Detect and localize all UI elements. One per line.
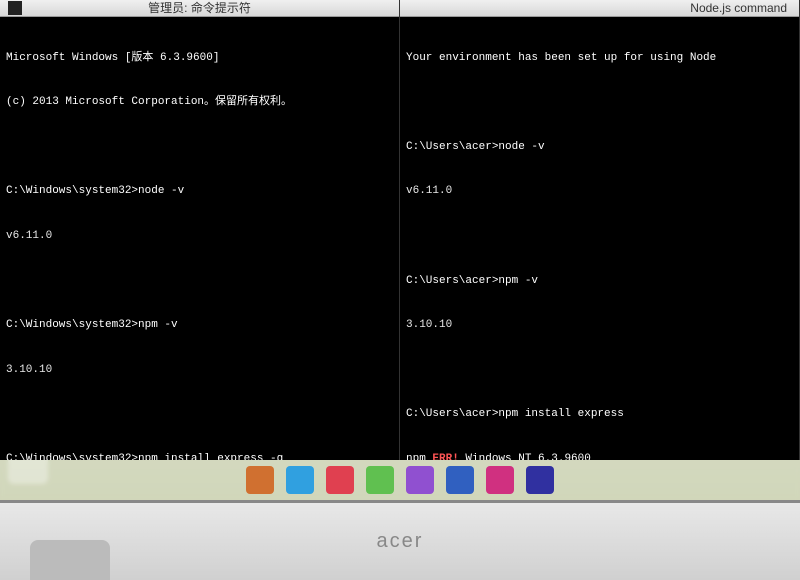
nodejs-cmd-window[interactable]: Node.js command Your environment has bee… (400, 0, 800, 460)
prompt-line: C:\Windows\system32>npm -v (6, 318, 393, 333)
window-title: Node.js command (690, 0, 787, 16)
cmd-admin-window[interactable]: 管理员: 命令提示符 Microsoft Windows [版本 6.3.960… (0, 0, 400, 460)
prompt-line: C:\Windows\system32>npm install express … (6, 452, 393, 460)
prompt-line: C:\Windows\system32>node -v (6, 184, 393, 199)
taskbar-icon[interactable] (446, 466, 474, 494)
npm-error-block: npm ERR! Windows_NT 6.3.9600npm ERR! arg… (406, 452, 793, 460)
prompt-line: C:\Users\acer>node -v (406, 140, 793, 155)
laptop-bezel: acer (0, 500, 800, 580)
prompt-line: C:\Users\acer>npm -v (406, 274, 793, 289)
output-line: v6.11.0 (406, 184, 793, 199)
copyright-line: (c) 2013 Microsoft Corporation。保留所有权利。 (6, 95, 393, 110)
terminal-body-left[interactable]: Microsoft Windows [版本 6.3.9600] (c) 2013… (0, 17, 399, 460)
prompt-line: C:\Users\acer>npm install express (406, 407, 793, 422)
terminal-body-right[interactable]: Your environment has been set up for usi… (400, 17, 799, 460)
laptop-brand: acer (377, 530, 424, 553)
laptop-hinge (30, 540, 110, 580)
npm-error-line: npm ERR! Windows_NT 6.3.9600 (406, 452, 793, 460)
titlebar-right[interactable]: Node.js command (400, 0, 799, 17)
taskbar-icon[interactable] (526, 466, 554, 494)
taskbar[interactable] (0, 460, 800, 500)
taskbar-icon[interactable] (366, 466, 394, 494)
terminal-windows: 管理员: 命令提示符 Microsoft Windows [版本 6.3.960… (0, 0, 800, 460)
output-line: v6.11.0 (6, 229, 393, 244)
env-header: Your environment has been set up for usi… (406, 51, 793, 66)
output-line: 3.10.10 (406, 318, 793, 333)
taskbar-icon[interactable] (246, 466, 274, 494)
taskbar-icon[interactable] (326, 466, 354, 494)
taskbar-icon[interactable] (406, 466, 434, 494)
output-line: 3.10.10 (6, 363, 393, 378)
taskbar-icon[interactable] (286, 466, 314, 494)
titlebar-left[interactable]: 管理员: 命令提示符 (0, 0, 399, 17)
window-title: 管理员: 命令提示符 (148, 0, 251, 16)
taskbar-icon[interactable] (486, 466, 514, 494)
header-line: Microsoft Windows [版本 6.3.9600] (6, 51, 393, 66)
